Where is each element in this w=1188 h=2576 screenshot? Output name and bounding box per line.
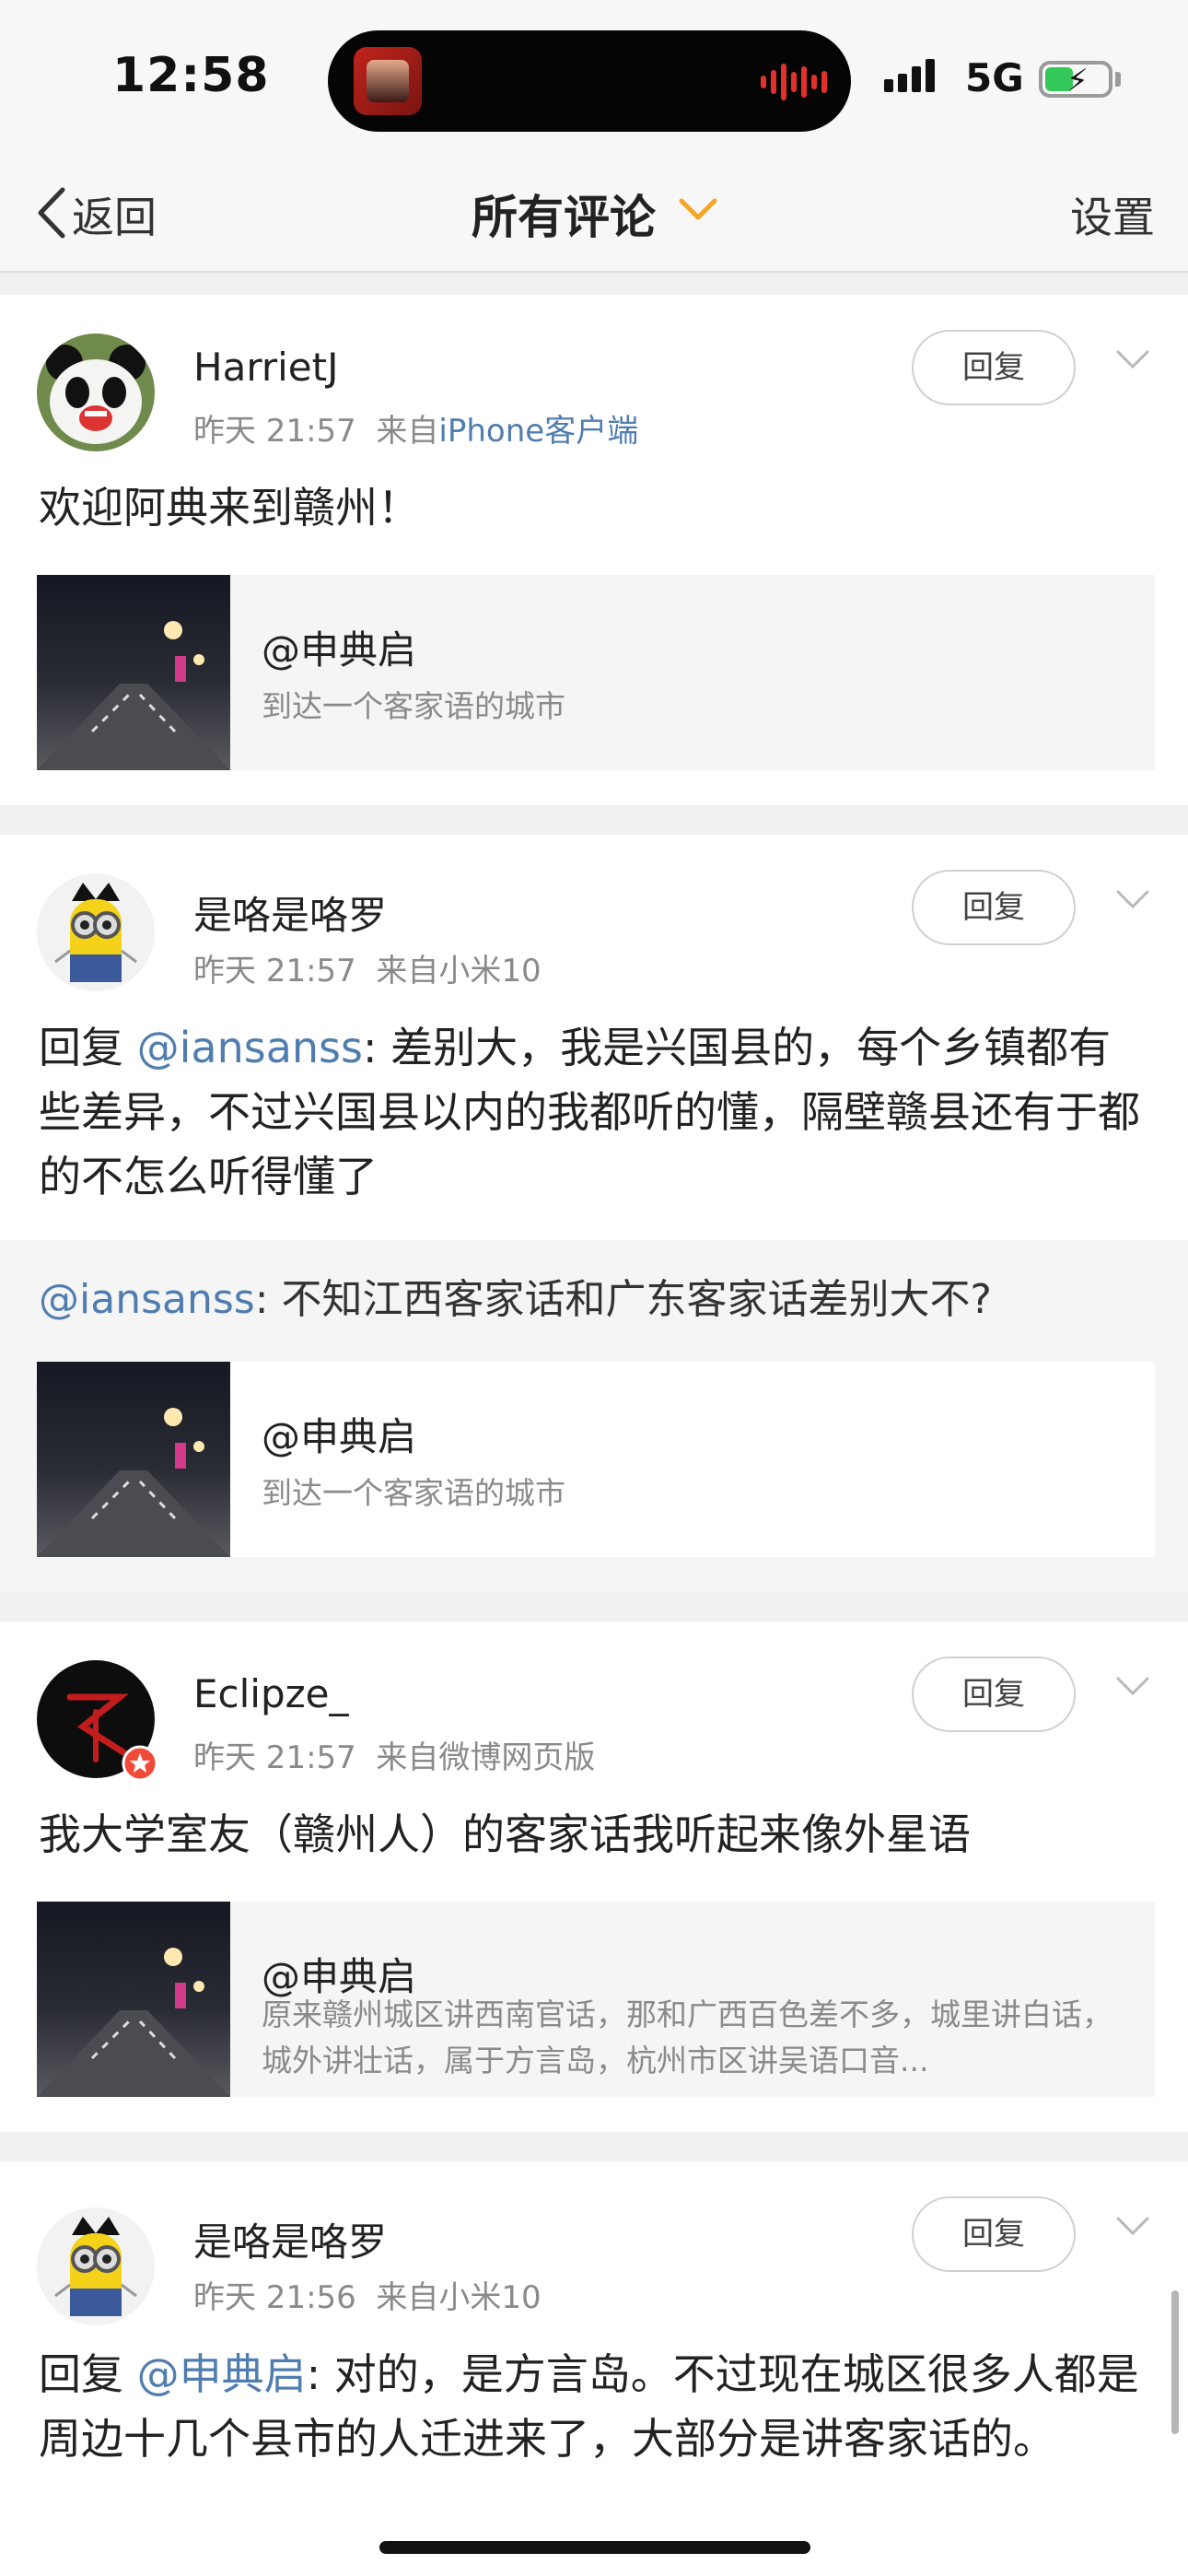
- link-card-desc: 到达一个客家语的城市: [262, 1475, 565, 1511]
- back-chevron-icon[interactable]: [33, 184, 74, 241]
- reply-button[interactable]: 回复: [912, 2196, 1076, 2272]
- audio-waveform-icon: [761, 64, 827, 100]
- chevron-down-icon[interactable]: [676, 193, 720, 227]
- reply-button[interactable]: 回复: [912, 870, 1076, 945]
- avatar[interactable]: [37, 873, 155, 991]
- home-indicator[interactable]: [379, 2541, 810, 2554]
- username[interactable]: HarrietJ: [193, 345, 338, 390]
- status-time: 12:58: [112, 48, 270, 103]
- username[interactable]: 是咯是咯罗: [193, 884, 387, 941]
- minion-avatar-icon: [37, 2207, 155, 2325]
- back-button[interactable]: 返回: [72, 184, 157, 245]
- link-card-desc: 到达一个客家语的城市: [262, 688, 565, 724]
- comment-card: 是咯是咯罗 昨天 21:57 来自小米10 回复 回复 @iansanss: 差…: [0, 835, 1188, 1592]
- source-prefix: 来自: [376, 413, 439, 450]
- link-card[interactable]: @申典启 到达一个客家语的城市: [37, 575, 1155, 770]
- comment-text: 回复 @申典启: 对的，是方言岛。不过现在城区很多人都是周边十几个县市的人迁进来…: [39, 2342, 1153, 2471]
- comment-source: 来自小米10: [376, 953, 542, 989]
- username[interactable]: 是咯是咯罗: [193, 2211, 387, 2267]
- avatar[interactable]: [37, 1660, 158, 1782]
- comment-time: 昨天 21:57: [193, 953, 356, 989]
- verified-badge-icon: [122, 1745, 158, 1782]
- comment-meta: 昨天 21:57 来自小米10: [193, 945, 542, 990]
- battery-icon: ⚡: [1039, 61, 1112, 100]
- link-card-desc: 原来赣州城区讲西南官话，那和广西百色差不多，城里讲白话，城外讲壮话，属于方言岛，…: [262, 1996, 1112, 2078]
- battery-tip: [1115, 72, 1121, 87]
- comment-text: 欢迎阿典来到赣州！: [39, 483, 420, 533]
- username[interactable]: Eclipze_: [193, 1671, 349, 1716]
- comment-meta: 昨天 21:57 来自微博网页版: [193, 1732, 595, 1777]
- night-road-thumbnail: [37, 575, 230, 770]
- source-link[interactable]: iPhone客户端: [438, 413, 638, 450]
- comment-meta: 昨天 21:56 来自小米10: [193, 2272, 542, 2317]
- comment-source: 来自微博网页版: [376, 1739, 596, 1776]
- comment-source: 来自小米10: [376, 2279, 542, 2316]
- reply-prefix: 回复: [39, 2349, 137, 2399]
- dynamic-island[interactable]: [328, 30, 851, 132]
- chevron-down-icon[interactable]: [1112, 346, 1153, 372]
- comment-text: 我大学室友（赣州人）的客家话我听起来像外星语: [39, 1809, 971, 1859]
- comment-time: 昨天 21:56: [193, 2279, 356, 2316]
- quoted-text: @iansanss: 不知江西客家话和广东客家话差别大不?: [39, 1266, 992, 1325]
- cellular-signal-icon: [884, 59, 935, 92]
- link-card[interactable]: @申典启 原来赣州城区讲西南官话，那和广西百色差不多，城里讲白话，城外讲壮话，属…: [37, 1902, 1155, 2097]
- link-card[interactable]: @申典启 到达一个客家语的城市: [37, 1362, 1155, 1557]
- quoted-body: : 不知江西客家话和广东客家话差别大不?: [254, 1276, 992, 1323]
- mention-link[interactable]: @申典启: [137, 2349, 307, 2399]
- minion-avatar-icon: [37, 873, 155, 991]
- avatar[interactable]: [37, 334, 155, 451]
- panda-avatar-icon: [37, 334, 155, 451]
- comment-card: Eclipze_ 昨天 21:57 来自微博网页版 回复 我大学室友（赣州人）的…: [0, 1622, 1188, 2132]
- settings-button[interactable]: 设置: [1070, 184, 1155, 245]
- comment-text: 回复 @iansanss: 差别大，我是兴国县的，每个乡镇都有些差异，不过兴国县…: [39, 1015, 1153, 1209]
- scroll-indicator[interactable]: [1171, 2290, 1179, 2434]
- mention-link[interactable]: @iansanss: [39, 1276, 255, 1323]
- network-type: 5G: [965, 55, 1024, 100]
- status-bar: 12:58 5G ⚡: [0, 0, 1188, 157]
- comment-time: 昨天 21:57: [193, 413, 356, 450]
- now-playing-thumbnail[interactable]: [354, 47, 422, 115]
- night-road-thumbnail: [37, 1362, 230, 1557]
- comment-card: HarrietJ 昨天 21:57 来自iPhone客户端 回复 欢迎阿典来到赣…: [0, 295, 1188, 805]
- navigation-bar: 返回 所有评论 设置: [0, 157, 1188, 273]
- reply-prefix: 回复: [39, 1023, 137, 1072]
- comment-card: 是咯是咯罗 昨天 21:56 来自小米10 回复 回复 @申典启: 对的，是方言…: [0, 2161, 1188, 2576]
- comment-meta: 昨天 21:57 来自iPhone客户端: [193, 405, 638, 451]
- chevron-down-icon[interactable]: [1112, 886, 1153, 912]
- reply-button[interactable]: 回复: [912, 330, 1076, 405]
- link-card-title: @申典启: [262, 1414, 417, 1459]
- comment-time: 昨天 21:57: [193, 1739, 356, 1776]
- chevron-down-icon[interactable]: [1112, 2213, 1153, 2239]
- reply-button[interactable]: 回复: [912, 1657, 1076, 1732]
- night-road-thumbnail: [37, 1902, 230, 2097]
- page-title[interactable]: 所有评论: [472, 181, 656, 247]
- avatar[interactable]: [37, 2207, 155, 2325]
- chevron-down-icon[interactable]: [1112, 1673, 1153, 1699]
- mention-link[interactable]: @iansanss: [137, 1023, 363, 1072]
- link-card-title: @申典启: [262, 627, 417, 673]
